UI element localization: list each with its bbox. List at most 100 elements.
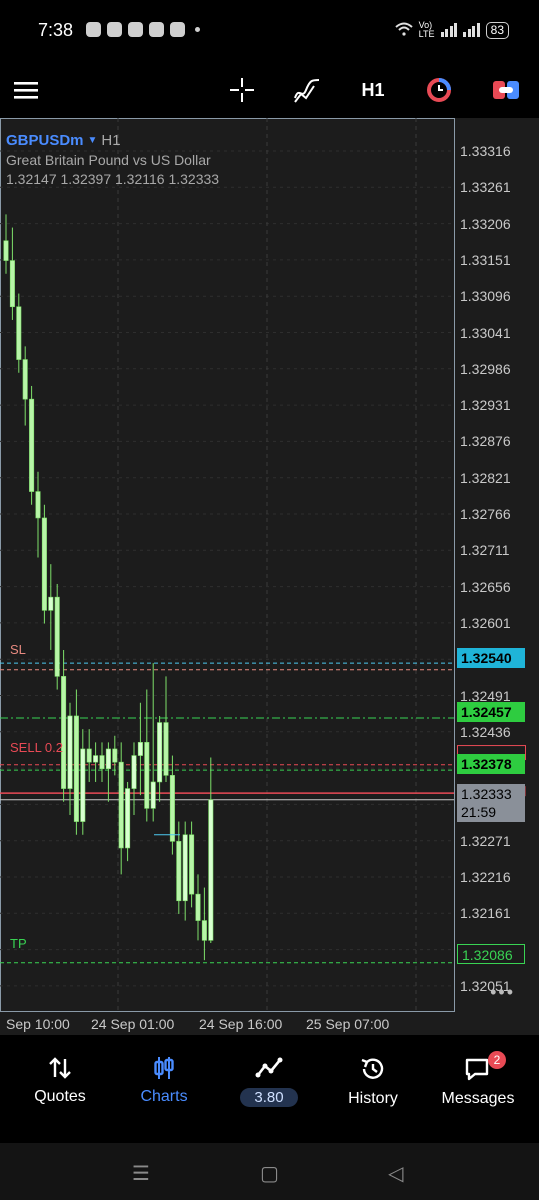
chart-canvas[interactable]	[0, 118, 539, 1035]
tp-price-tag: 1.32086	[457, 944, 525, 964]
nav-label: Quotes	[34, 1088, 86, 1105]
sell-price-tag: 1.32378	[457, 754, 525, 774]
clock-colorful-icon[interactable]	[424, 70, 454, 110]
price-axis-label: 1.32931	[460, 397, 511, 414]
nav-messages[interactable]: 2 Messages	[428, 1051, 528, 1108]
chart-frame	[0, 118, 455, 1012]
candle-body	[61, 676, 67, 789]
symbol-timeframe: H1	[101, 132, 121, 149]
nav-label: Messages	[441, 1090, 515, 1107]
notification-icons	[86, 22, 200, 37]
green-price-tag: 1.32457	[457, 702, 525, 722]
candle-body	[93, 755, 99, 763]
candle-body	[80, 748, 86, 822]
candle-body	[157, 722, 163, 783]
candle-body	[208, 799, 214, 941]
candle-body	[99, 755, 105, 770]
signal-icon	[463, 23, 480, 37]
price-axis-label: 1.33096	[460, 288, 511, 305]
price-axis-label: 1.32821	[460, 469, 511, 486]
candle-body	[48, 596, 54, 611]
youtube-icon	[149, 22, 164, 37]
price-axis-label: 1.32436	[460, 723, 511, 740]
home-icon[interactable]: ▢	[260, 1161, 279, 1186]
dropdown-arrow-icon[interactable]: ▼	[88, 135, 98, 146]
ohlc-values: 1.32147 1.32397 1.32116 1.32333	[6, 171, 220, 187]
sell-line-label[interactable]: SELL 0.2	[10, 740, 63, 755]
quotes-icon	[49, 1057, 71, 1079]
price-axis-label: 1.32216	[460, 869, 511, 885]
charts-icon	[154, 1057, 174, 1079]
nav-quotes[interactable]: Quotes	[10, 1055, 110, 1106]
more-options-icon[interactable]: •••	[490, 982, 515, 1003]
candle-body	[9, 260, 15, 308]
candle-body	[201, 920, 207, 941]
trade-icon	[255, 1057, 283, 1078]
history-icon	[361, 1058, 384, 1079]
nav-label: Charts	[140, 1088, 188, 1105]
network-text: Vo) LTE	[418, 20, 435, 39]
candle-body	[73, 715, 79, 822]
recent-apps-icon[interactable]: ☰	[132, 1161, 150, 1186]
bottom-navigation: Quotes Charts 3.80 History 2 Messages	[0, 1035, 539, 1143]
candle-body	[189, 834, 195, 895]
price-chart[interactable]: GBPUSDm ▼ H1 Great Britain Pound vs US D…	[0, 118, 539, 1035]
status-time: 7:38	[38, 20, 74, 40]
crosshair-icon[interactable]	[226, 70, 258, 110]
price-axis-label: 1.32986	[460, 360, 511, 377]
candle-body	[112, 748, 118, 763]
trade-icon[interactable]	[490, 70, 522, 110]
candle-body	[3, 240, 9, 261]
symbol-line[interactable]: GBPUSDm ▼ H1	[6, 132, 219, 149]
candle-body	[131, 755, 137, 789]
time-axis-label: Sep 10:00	[6, 1016, 70, 1032]
price-axis-label: 1.32271	[460, 832, 511, 849]
signal-icon	[440, 23, 458, 37]
price-axis-label: 1.32601	[460, 614, 511, 631]
candle-body	[29, 398, 35, 492]
trade-value-pill: 3.80	[240, 1088, 298, 1107]
price-axis-label: 1.33316	[460, 143, 511, 159]
candle-body	[118, 761, 124, 849]
candle-body	[16, 306, 22, 360]
candle-body	[169, 775, 175, 842]
candle-body	[86, 748, 92, 763]
candle-body	[150, 781, 156, 809]
indicators-icon[interactable]	[290, 70, 324, 110]
status-right: Vo) LTE 83	[394, 20, 509, 39]
candle-body	[67, 715, 73, 789]
status-bar: 7:38 Vo) LTE 83	[0, 0, 539, 62]
candle-body	[35, 491, 41, 519]
price-axis-label: 1.33151	[460, 251, 511, 268]
price-axis-label: 1.32766	[460, 506, 511, 522]
back-icon[interactable]: ◁	[388, 1161, 403, 1186]
nav-charts[interactable]: Charts	[114, 1055, 214, 1106]
candle-body	[22, 359, 28, 400]
chat-icon	[128, 22, 143, 37]
sl-line-label[interactable]: SL	[10, 642, 26, 657]
system-navigation-bar: ☰ ▢ ◁	[0, 1143, 539, 1200]
nav-history[interactable]: History	[323, 1055, 423, 1108]
candle-body	[54, 596, 60, 677]
symbol-name[interactable]: GBPUSDm	[6, 132, 84, 149]
candle-body	[182, 834, 188, 902]
tp-line-label[interactable]: TP	[10, 936, 27, 951]
price-axis-label: 1.32656	[460, 578, 511, 595]
battery-indicator: 83	[485, 21, 509, 39]
candle-body	[195, 893, 201, 921]
youtube-icon	[170, 22, 185, 37]
price-axis-label: 1.32711	[460, 542, 510, 559]
price-axis-label: 1.32161	[460, 905, 511, 922]
menu-icon[interactable]	[10, 70, 42, 110]
bid-price-tag: 1.32333	[457, 784, 525, 804]
candle-body	[144, 742, 150, 809]
nav-label: History	[348, 1090, 398, 1107]
price-axis-label: 1.32876	[460, 433, 511, 450]
timeframe-button[interactable]: H1	[356, 70, 390, 110]
candle-body	[125, 788, 131, 849]
wifi-icon	[394, 22, 413, 39]
chart-toolbar: H1	[0, 62, 539, 118]
candle-body	[105, 748, 111, 770]
nav-trade[interactable]: 3.80	[219, 1055, 319, 1107]
sl-price-tag: 1.32540	[457, 648, 525, 668]
